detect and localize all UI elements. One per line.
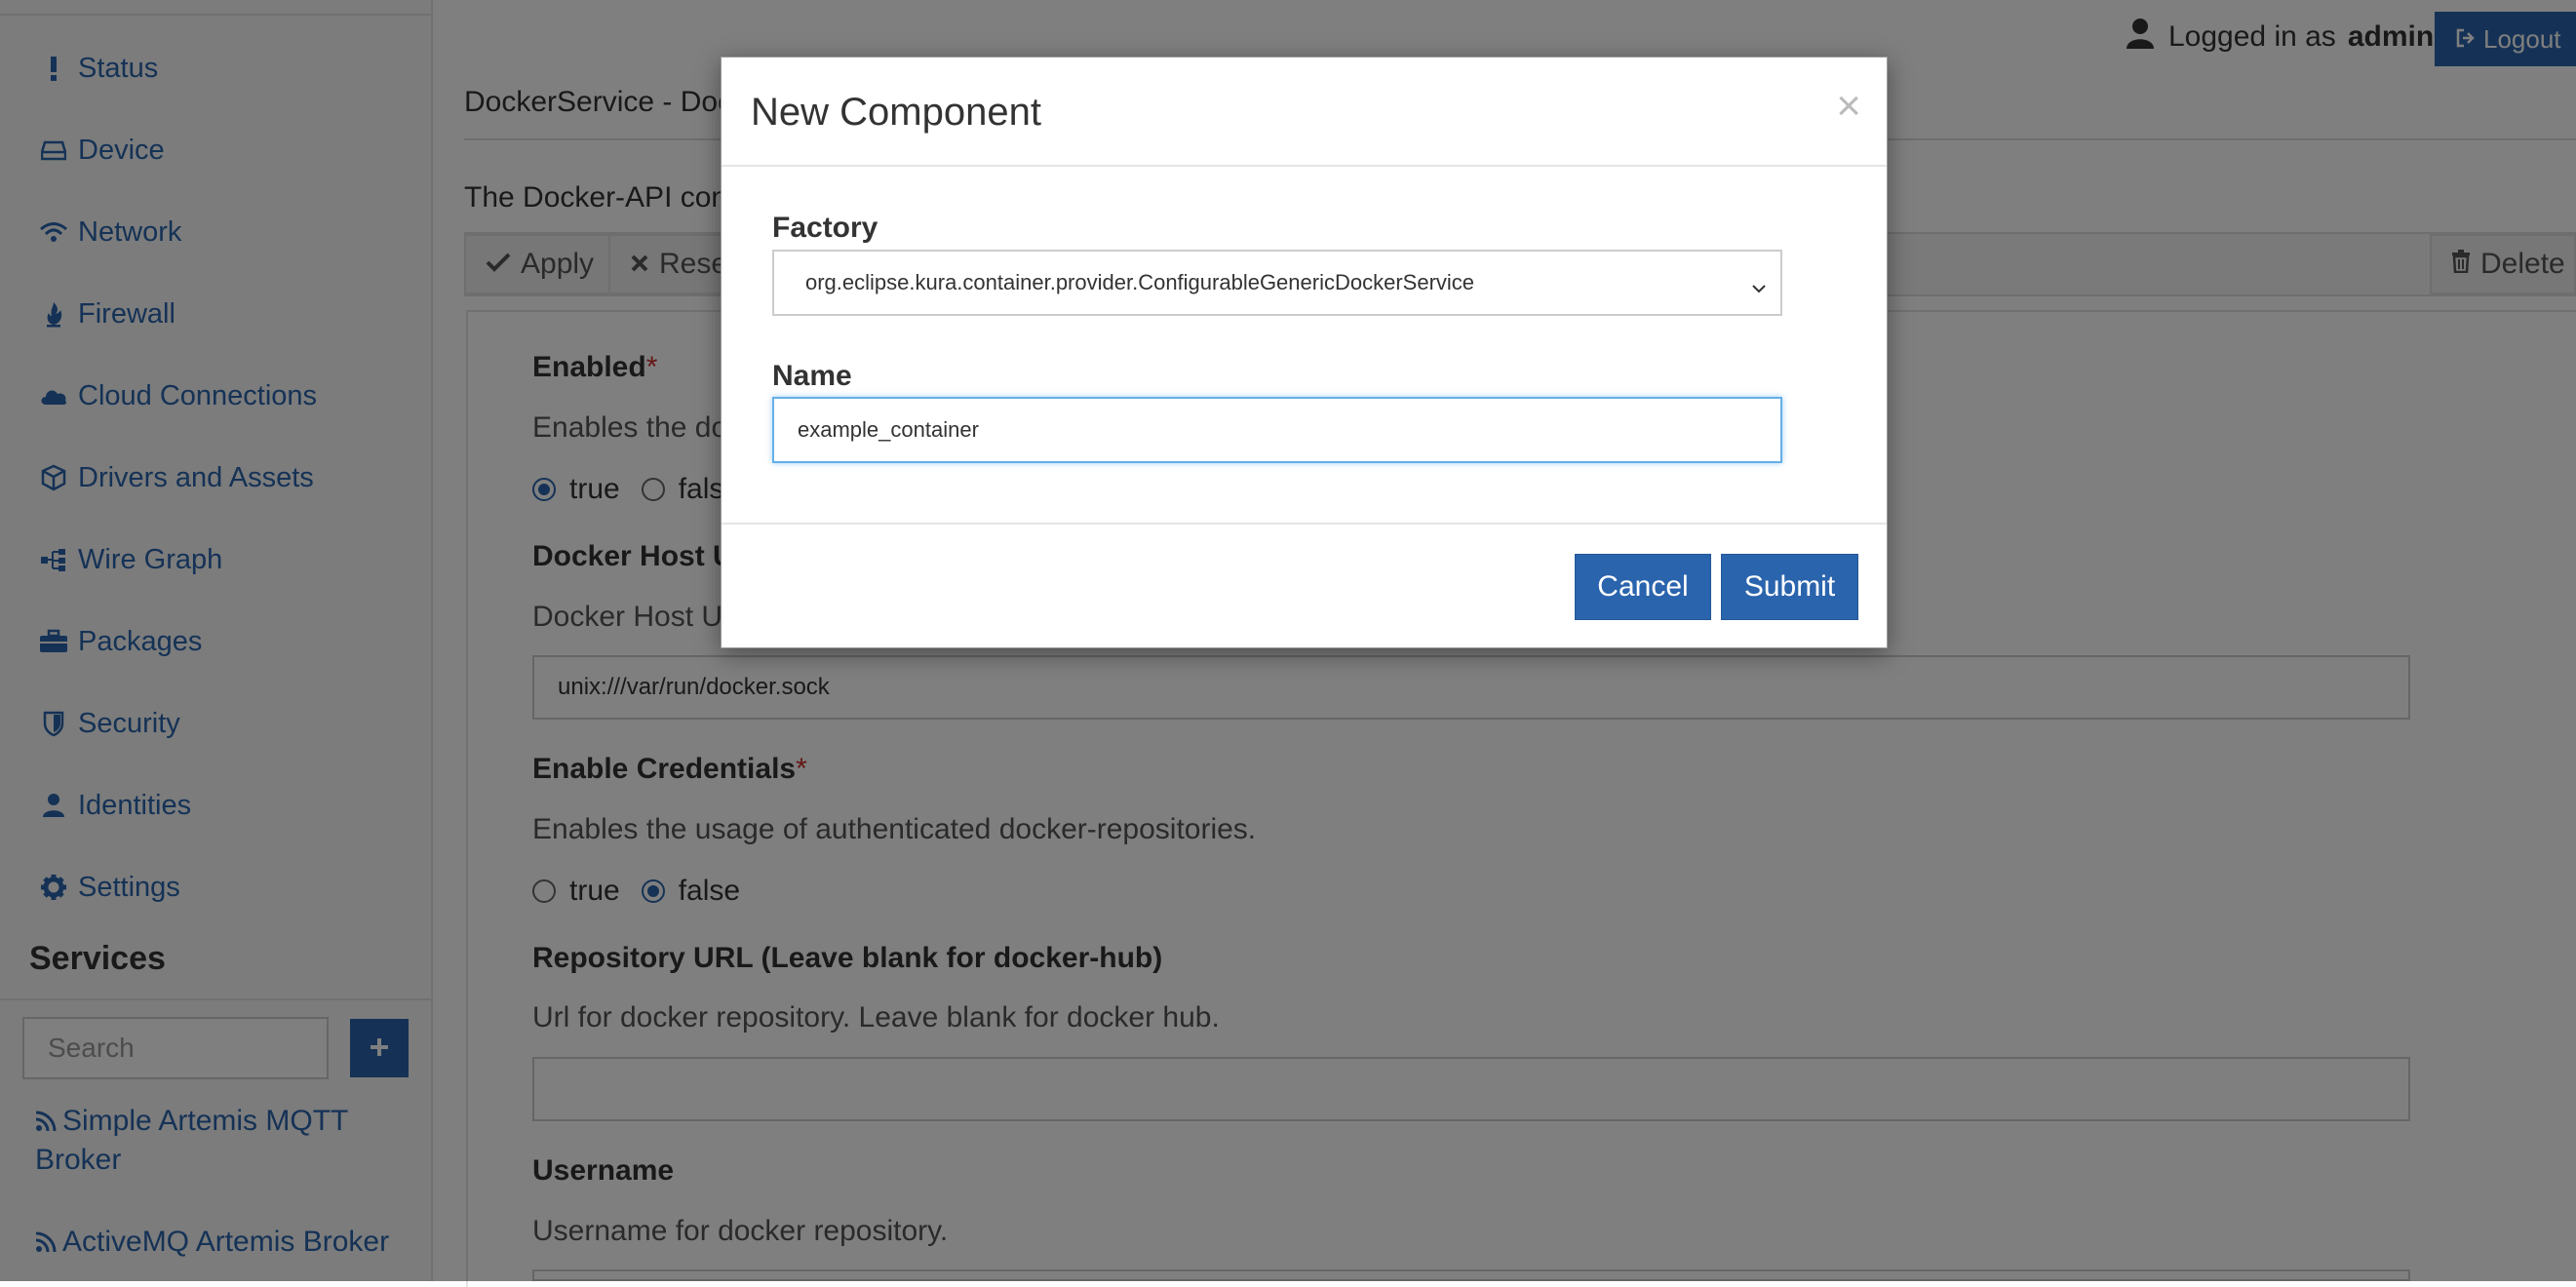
- new-component-dialog: New Component × Factory org.eclipse.kura…: [721, 57, 1888, 648]
- factory-select[interactable]: org.eclipse.kura.container.provider.Conf…: [772, 250, 1782, 316]
- dialog-header: New Component ×: [722, 58, 1887, 167]
- factory-label: Factory: [772, 212, 878, 244]
- dialog-title: New Component: [751, 91, 1041, 134]
- name-input[interactable]: [772, 397, 1782, 463]
- name-label: Name: [772, 360, 852, 392]
- close-icon[interactable]: ×: [1836, 85, 1861, 128]
- chevron-down-icon: [1751, 275, 1767, 300]
- dialog-footer-divider: [722, 523, 1887, 525]
- submit-button[interactable]: Submit: [1721, 554, 1858, 620]
- cancel-button[interactable]: Cancel: [1575, 554, 1711, 620]
- factory-select-value: org.eclipse.kura.container.provider.Conf…: [805, 270, 1475, 294]
